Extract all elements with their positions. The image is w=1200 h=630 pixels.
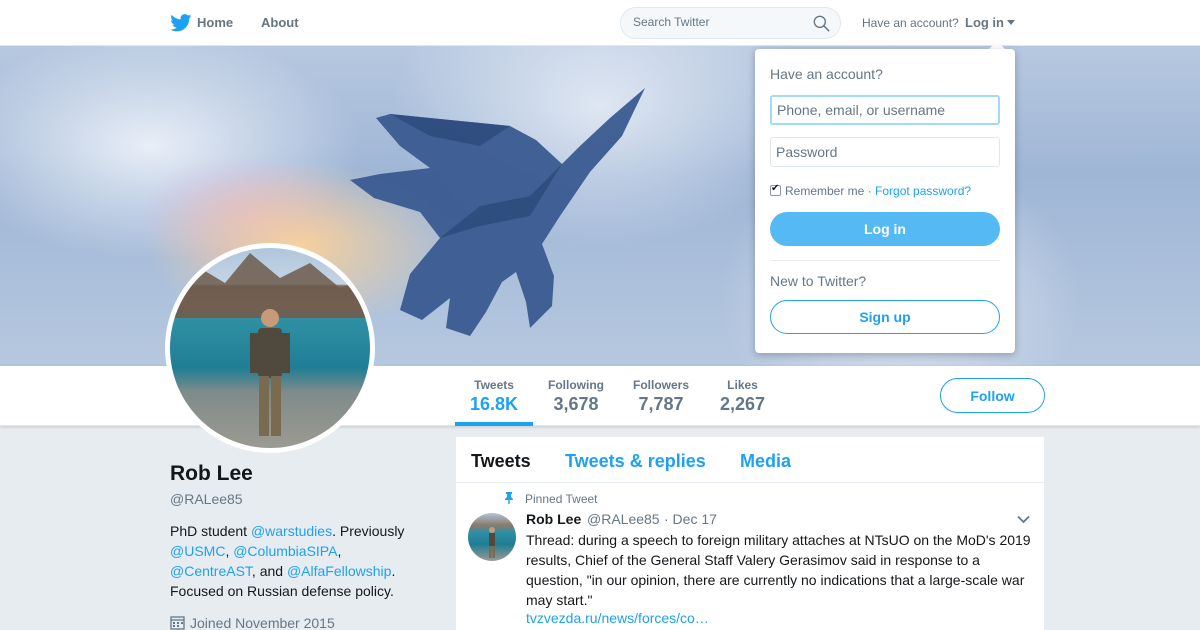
stat-likes[interactable]: Likes 2,267 xyxy=(720,378,765,415)
chevron-down-icon[interactable] xyxy=(1017,515,1030,524)
avatar-photo xyxy=(170,248,370,448)
fighter-jet-image xyxy=(350,88,645,336)
bio-mention-columbiasipa[interactable]: @ColumbiaSIPA xyxy=(233,543,337,559)
separator-dot: · xyxy=(864,184,876,198)
tweet-date[interactable]: · Dec 17 xyxy=(664,511,717,527)
joined-text: Joined November 2015 xyxy=(190,615,335,630)
pinned-tweet-label: Pinned Tweet xyxy=(525,492,598,506)
dropdown-divider xyxy=(770,260,1000,261)
stat-value: 3,678 xyxy=(553,394,599,414)
tweet-link[interactable]: tvzvezda.ru/news/forces/co… xyxy=(526,610,709,626)
twitter-bird-icon[interactable] xyxy=(170,14,192,32)
remember-me-label[interactable]: Remember me xyxy=(785,184,864,198)
have-account-text: Have an account? xyxy=(862,16,959,30)
username-field[interactable] xyxy=(770,95,1000,125)
search-box[interactable] xyxy=(620,7,841,39)
tab-tweets[interactable]: Tweets xyxy=(471,451,531,472)
tweet-avatar-image xyxy=(489,527,495,558)
avatar-person-image xyxy=(170,253,370,436)
chevron-down-icon xyxy=(1007,20,1015,25)
remember-me-row: Remember me · Forgot password? xyxy=(770,183,971,198)
nav-about-link[interactable]: About xyxy=(261,15,299,30)
search-input[interactable] xyxy=(633,15,803,29)
login-link-label: Log in xyxy=(965,15,1004,30)
stat-following[interactable]: Following 3,678 xyxy=(548,378,604,415)
tweet-author-handle[interactable]: @RALee85 xyxy=(587,511,660,527)
tweet-author-name[interactable]: Rob Lee xyxy=(526,511,581,527)
joined-date: Joined November 2015 xyxy=(170,615,335,630)
profile-name[interactable]: Rob Lee xyxy=(170,462,253,486)
stat-label: Likes xyxy=(727,378,758,392)
follow-button[interactable]: Follow xyxy=(940,378,1045,413)
tweet-avatar[interactable] xyxy=(468,513,516,561)
bio-mention-warstudies[interactable]: @warstudies xyxy=(251,523,332,539)
bio-mention-centreast[interactable]: @CentreAST xyxy=(170,563,252,579)
bio-mention-usmc[interactable]: @USMC xyxy=(170,543,225,559)
profile-handle[interactable]: @RALee85 xyxy=(170,491,243,507)
bio-text: , and xyxy=(251,563,287,579)
pin-icon xyxy=(505,492,513,504)
active-stat-underline xyxy=(455,422,533,426)
search-icon[interactable] xyxy=(813,15,830,32)
stat-followers[interactable]: Followers 7,787 xyxy=(633,378,689,415)
tab-media[interactable]: Media xyxy=(740,451,791,472)
top-nav-bar: Home About Have an account? Log in xyxy=(0,0,1200,46)
stat-label: Followers xyxy=(633,378,690,392)
stat-label: Tweets xyxy=(474,378,514,392)
nav-home-link[interactable]: Home xyxy=(197,15,233,30)
login-menu-toggle[interactable]: Log in xyxy=(965,15,1015,30)
tweet-text: Thread: during a speech to foreign milit… xyxy=(526,532,1031,608)
bio-text: , xyxy=(337,543,342,559)
profile-bio: PhD student @warstudies. Previously @USM… xyxy=(170,521,430,601)
password-field[interactable] xyxy=(770,137,1000,167)
signup-button[interactable]: Sign up xyxy=(770,300,1000,334)
profile-avatar[interactable] xyxy=(165,243,375,453)
calendar-icon xyxy=(170,616,185,630)
bio-text: PhD student xyxy=(170,523,251,539)
forgot-password-link[interactable]: Forgot password? xyxy=(875,184,971,198)
stat-value: 2,267 xyxy=(720,394,766,414)
stat-tweets[interactable]: Tweets 16.8K xyxy=(470,378,518,415)
timeline-tabs: Tweets Tweets & replies Media xyxy=(456,437,1044,483)
dropdown-title: Have an account? xyxy=(770,66,883,82)
new-to-twitter-text: New to Twitter? xyxy=(770,273,867,289)
stat-value: 16.8K xyxy=(470,394,519,414)
bio-text: . Previously xyxy=(332,523,405,539)
tab-tweets-replies[interactable]: Tweets & replies xyxy=(565,451,706,472)
stat-label: Following xyxy=(548,378,604,392)
login-dropdown: Have an account? Remember me · Forgot pa… xyxy=(755,49,1015,353)
login-button[interactable]: Log in xyxy=(770,212,1000,246)
bio-mention-alfafellowship[interactable]: @AlfaFellowship xyxy=(287,563,391,579)
remember-me-checkbox[interactable] xyxy=(770,183,781,196)
stat-value: 7,787 xyxy=(638,394,684,414)
